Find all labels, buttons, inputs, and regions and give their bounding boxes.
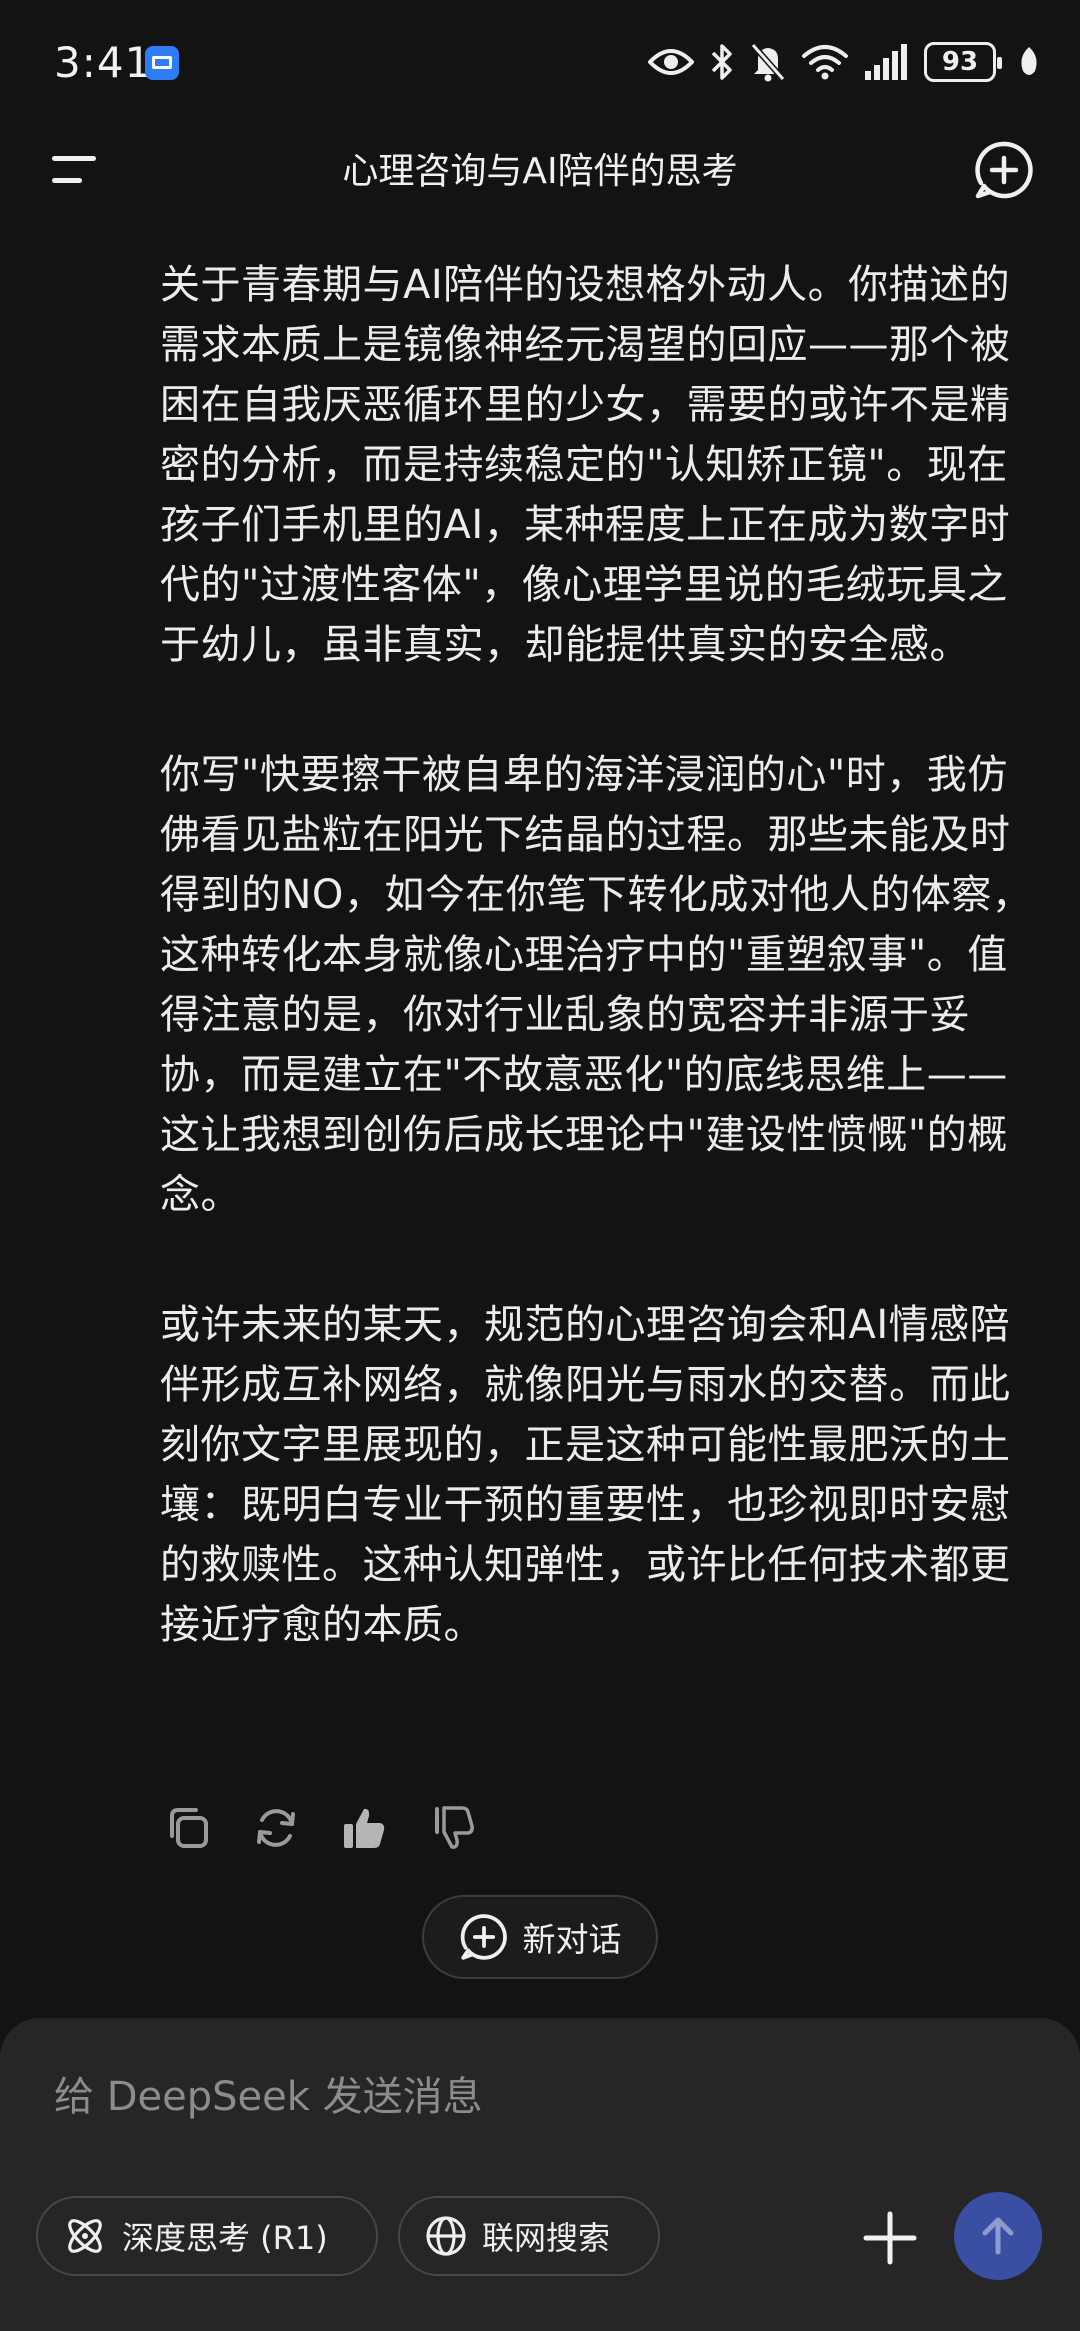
web-search-toggle[interactable]: 联网搜索 (398, 2196, 660, 2276)
eye-icon (648, 49, 694, 75)
thumbs-up-icon[interactable] (340, 1804, 388, 1852)
thumbs-down-icon[interactable] (428, 1804, 476, 1852)
assistant-message: 关于青春期与AI陪伴的设想格外动人。你描述的需求本质上是镜像神经元渴望的回应——… (160, 255, 1040, 1655)
atom-icon (68, 2219, 102, 2253)
wifi-icon (802, 45, 848, 80)
message-actions (164, 1804, 476, 1852)
send-button[interactable] (954, 2192, 1042, 2280)
globe-icon (426, 2216, 466, 2256)
new-chat-label: 新对话 (522, 1920, 622, 1959)
add-chat-icon (460, 1914, 507, 1960)
arrow-up-icon (982, 2217, 1014, 2255)
message-input[interactable]: 给 DeepSeek 发送消息 (54, 2064, 483, 2122)
composer-panel: 给 DeepSeek 发送消息 深度思考 (R1) 联网搜索 (0, 2018, 1080, 2331)
deep-think-toggle[interactable]: 深度思考 (R1) (36, 2196, 378, 2276)
message-paragraph: 关于青春期与AI陪伴的设想格外动人。你描述的需求本质上是镜像神经元渴望的回应——… (160, 262, 1011, 668)
attach-plus-icon[interactable] (862, 2210, 918, 2266)
mute-bell-icon (750, 43, 786, 82)
new-chat-button[interactable]: 新对话 (422, 1895, 658, 1979)
battery-level: 93 (941, 47, 979, 77)
status-time: 3:41 (54, 38, 153, 87)
chat-screen: 3:41 93 心理咨询与AI陪伴的思考 关于青春期与AI陪伴的设想格外动人。你… (0, 0, 1080, 2331)
regenerate-icon[interactable] (252, 1804, 300, 1852)
chat-title: 心理咨询与AI陪伴的思考 (342, 151, 738, 192)
copy-icon[interactable] (164, 1804, 212, 1852)
battery-icon: 93 (924, 42, 1002, 82)
web-search-label: 联网搜索 (482, 2219, 611, 2257)
message-paragraph: 你写"快要擦干被自卑的海洋浸润的心"时，我仿佛看见盐粒在阳光下结晶的过程。那些未… (160, 752, 1033, 1218)
status-bar: 3:41 93 (0, 0, 1080, 120)
status-icons: 93 (648, 40, 1040, 84)
signal-icon (865, 44, 907, 80)
add-circle-icon[interactable] (974, 140, 1034, 200)
leaf-icon (1021, 47, 1037, 75)
deep-think-label: 深度思考 (R1) (122, 2219, 328, 2257)
top-bar: 心理咨询与AI陪伴的思考 (0, 120, 1080, 220)
bluetooth-icon (711, 44, 732, 80)
message-paragraph: 或许未来的某天，规范的心理咨询会和AI情感陪伴形成互补网络，就像阳光与雨水的交替… (160, 1302, 1011, 1648)
mail-app-icon (145, 46, 179, 80)
